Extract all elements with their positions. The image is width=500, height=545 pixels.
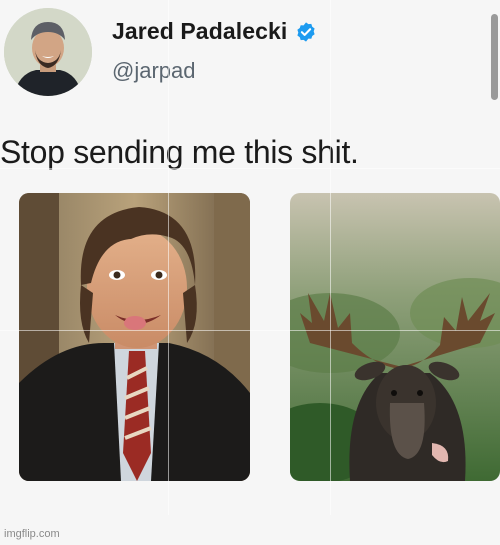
author-handle[interactable]: @jarpad <box>112 58 196 84</box>
verified-badge-icon <box>295 21 317 43</box>
tweet-text: Stop sending me this shit. <box>0 134 359 170</box>
avatar-image <box>4 8 92 96</box>
fold-line <box>168 0 169 515</box>
profile-avatar[interactable] <box>4 8 92 96</box>
fold-line <box>0 168 500 169</box>
tweet-image-left[interactable] <box>19 193 250 481</box>
fold-line <box>0 330 500 331</box>
watermark: imgflip.com <box>4 528 60 540</box>
scrollbar-thumb[interactable] <box>491 14 498 100</box>
tweet-card: Jared Padalecki @jarpad Stop sending me … <box>0 0 500 545</box>
author-display-name[interactable]: Jared Padalecki <box>112 18 287 45</box>
fold-line <box>330 0 331 515</box>
author-row: Jared Padalecki <box>112 18 317 45</box>
tweet-image-right[interactable] <box>290 193 500 481</box>
moose-photo <box>290 193 500 481</box>
man-smiling-photo <box>19 193 250 481</box>
